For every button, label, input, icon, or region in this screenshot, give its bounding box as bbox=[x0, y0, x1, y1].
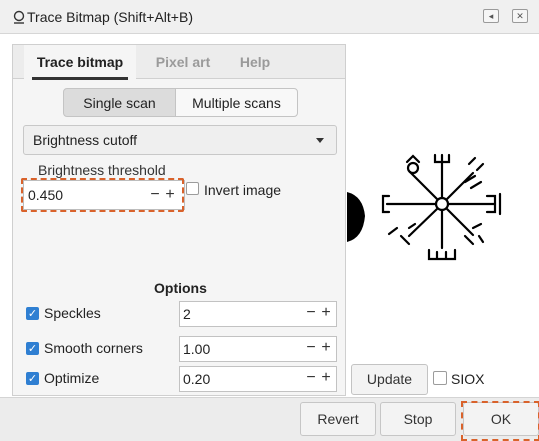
smooth-corners-value: 1.00 bbox=[183, 341, 211, 357]
optimize-label: Optimize bbox=[44, 370, 100, 386]
detection-mode-value: Brightness cutoff bbox=[33, 132, 138, 148]
single-scan-button[interactable]: Single scan bbox=[63, 88, 176, 117]
chevron-down-icon bbox=[316, 138, 324, 143]
siox-label: SIOX bbox=[451, 371, 485, 387]
trace-preview bbox=[347, 124, 539, 275]
speckles-value: 2 bbox=[183, 306, 191, 322]
window-title: Trace Bitmap (Shift+Alt+B) bbox=[27, 9, 193, 25]
stop-button[interactable]: Stop bbox=[380, 402, 456, 436]
vegvisir-preview-image bbox=[347, 153, 502, 261]
speckles-label: Speckles bbox=[44, 305, 101, 321]
invert-image-label: Invert image bbox=[204, 182, 282, 198]
optimize-checkbox[interactable]: ✓ bbox=[26, 372, 39, 385]
smooth-corners-decrement-button[interactable]: − bbox=[305, 339, 317, 357]
revert-button[interactable]: Revert bbox=[300, 402, 376, 436]
ok-highlight bbox=[461, 401, 539, 441]
update-preview-button[interactable]: Update bbox=[351, 364, 428, 395]
smooth-corners-label: Smooth corners bbox=[44, 340, 143, 356]
multiple-scans-button[interactable]: Multiple scans bbox=[175, 88, 298, 117]
speckles-decrement-button[interactable]: − bbox=[305, 304, 317, 322]
options-heading: Options bbox=[154, 280, 207, 296]
smooth-corners-checkbox[interactable]: ✓ bbox=[26, 342, 39, 355]
smooth-corners-increment-button[interactable]: + bbox=[320, 339, 332, 357]
trace-bitmap-icon bbox=[13, 10, 25, 24]
speckles-checkbox[interactable]: ✓ bbox=[26, 307, 39, 320]
threshold-highlight bbox=[21, 178, 184, 212]
speckles-increment-button[interactable]: + bbox=[320, 304, 332, 322]
tab-trace-bitmap[interactable]: Trace bitmap bbox=[24, 45, 136, 80]
siox-checkbox[interactable] bbox=[433, 371, 447, 385]
optimize-increment-button[interactable]: + bbox=[320, 369, 332, 387]
invert-image-checkbox[interactable] bbox=[186, 182, 199, 195]
optimize-decrement-button[interactable]: − bbox=[305, 369, 317, 387]
tab-pixel-art[interactable]: Pixel art bbox=[145, 45, 221, 79]
optimize-value: 0.20 bbox=[183, 371, 211, 387]
close-icon[interactable]: ✕ bbox=[512, 9, 528, 23]
restore-icon[interactable]: ◂ bbox=[483, 9, 499, 23]
dialog-button-bar bbox=[0, 397, 539, 441]
tab-help[interactable]: Help bbox=[230, 45, 280, 79]
threshold-label: Brightness threshold bbox=[38, 162, 166, 178]
